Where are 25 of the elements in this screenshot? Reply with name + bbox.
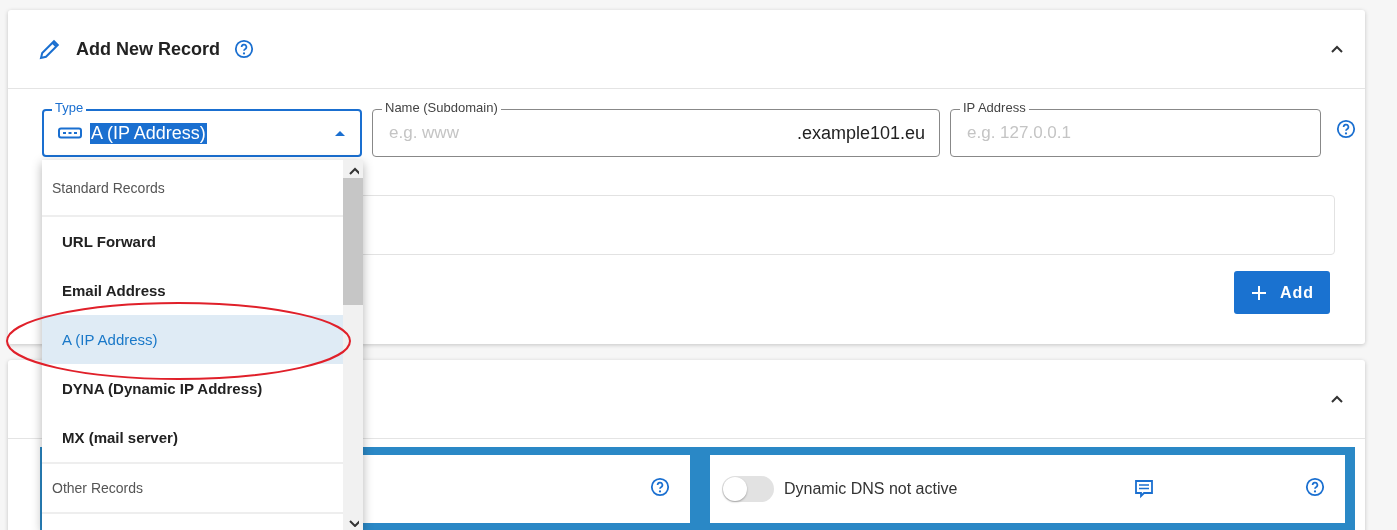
menu-option[interactable]: Email Address xyxy=(42,266,343,315)
record-type-icon xyxy=(58,127,82,139)
comment-icon[interactable] xyxy=(1134,479,1154,499)
group-heading: Other Records xyxy=(42,462,343,514)
selected-value: A (IP Address) xyxy=(90,122,207,144)
menu-option[interactable]: A (IP Address) xyxy=(42,315,343,364)
caret-icon[interactable] xyxy=(334,129,346,137)
field-label: Type xyxy=(52,101,87,115)
text-input[interactable]: e.g. www xyxy=(387,122,789,144)
pencil-icon xyxy=(38,37,62,61)
text-input[interactable]: e.g. 127.0.0.1 xyxy=(965,122,1306,144)
field-label: IP Address xyxy=(960,101,1029,115)
toggle-switch[interactable] xyxy=(722,476,774,502)
domain-suffix: .example101.eu xyxy=(796,122,925,144)
menu-option[interactable]: DYNA (Dynamic IP Address) xyxy=(42,364,343,413)
scrollbar[interactable] xyxy=(343,160,363,530)
add-button[interactable]: Add xyxy=(1233,271,1330,314)
field-label: Name (Subdomain) xyxy=(382,101,501,115)
plus-icon xyxy=(1251,285,1266,300)
help-icon[interactable] xyxy=(1336,119,1356,139)
help-icon[interactable] xyxy=(234,39,255,59)
menu-option[interactable]: MX (mail server) xyxy=(42,413,343,462)
status-label: Dynamic DNS not active xyxy=(784,480,959,498)
menu-option[interactable]: URL Forward xyxy=(42,217,343,266)
card-title: Add New Record xyxy=(76,38,221,60)
